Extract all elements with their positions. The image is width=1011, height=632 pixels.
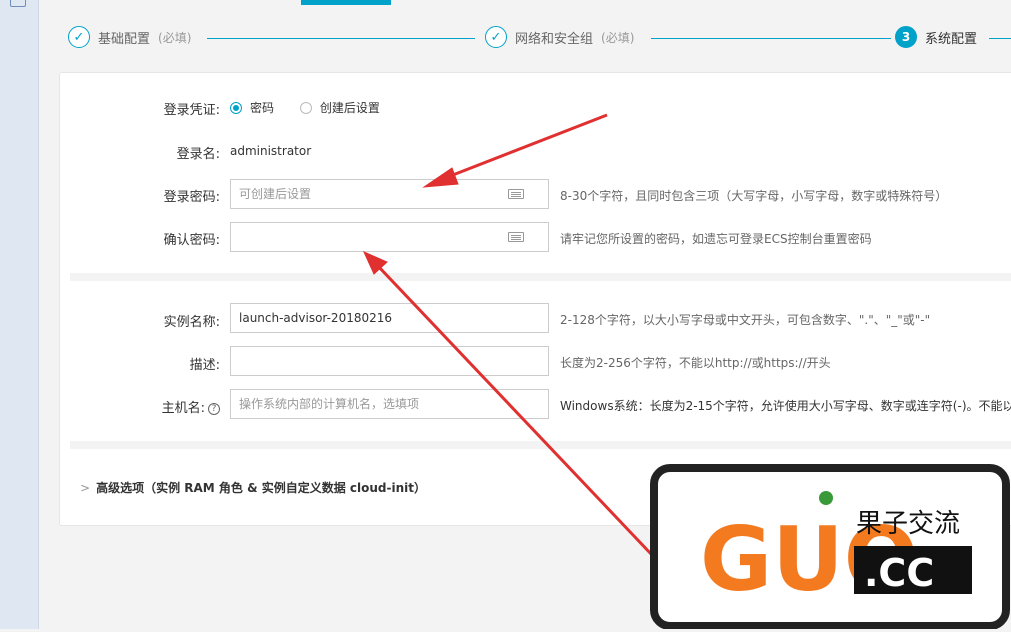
guo-cc-logo: GUO .CC 果子交流 bbox=[650, 464, 1010, 630]
watermark-chinese: 果子交流 bbox=[856, 509, 960, 539]
watermark-logo: GUO .CC 果子交流 bbox=[648, 462, 1011, 630]
watermark-domain: .CC bbox=[864, 551, 934, 595]
annotation-arrow bbox=[363, 251, 654, 557]
annotation-arrow bbox=[422, 113, 608, 188]
